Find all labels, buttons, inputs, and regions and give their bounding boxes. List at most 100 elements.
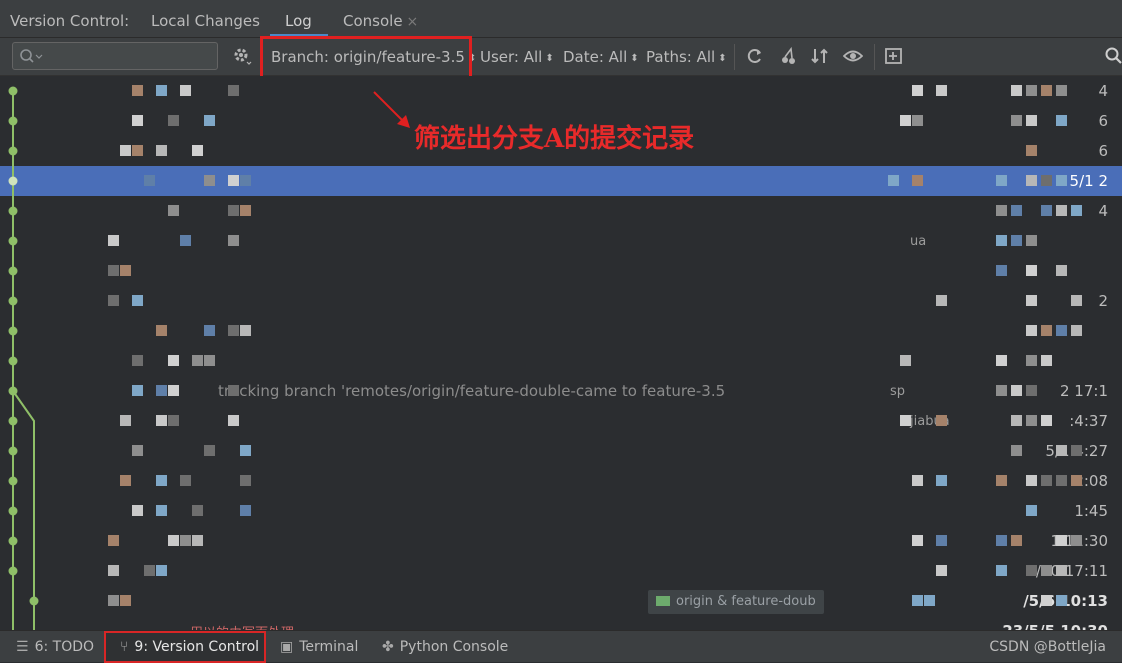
mosaic-block [996, 205, 1007, 216]
paths-filter[interactable]: Paths: All ⬍ [646, 48, 727, 66]
mosaic-block [168, 115, 179, 126]
mosaic-block [1026, 235, 1037, 246]
mosaic-block [1026, 505, 1037, 516]
mosaic-block [1011, 115, 1022, 126]
user-filter[interactable]: User: All ⬍ [480, 48, 554, 66]
mosaic-block [168, 205, 179, 216]
mosaic-block [1071, 475, 1082, 486]
date-filter[interactable]: Date: All ⬍ [563, 48, 639, 66]
mosaic-block [1071, 205, 1082, 216]
cherry-pick-icon[interactable] [779, 46, 799, 66]
user-filter-label: User: All [480, 48, 543, 66]
mosaic-block [180, 535, 191, 546]
close-icon[interactable]: × [407, 14, 419, 30]
mosaic-block [180, 235, 191, 246]
branch-label-badge: origin & feature-doub [648, 590, 824, 614]
mosaic-block [168, 535, 179, 546]
tab-log[interactable]: Log [285, 12, 312, 30]
terminal-label: Terminal [299, 639, 359, 655]
commit-date: 1:45 [1074, 502, 1108, 520]
search-input[interactable] [12, 42, 218, 70]
version-control-tool-button[interactable]: ⑂ 9: Version Control [120, 639, 259, 655]
mosaic-block [1056, 475, 1067, 486]
mosaic-block [1026, 175, 1037, 186]
tag-icon [656, 596, 670, 606]
new-window-icon[interactable] [884, 46, 904, 66]
mosaic-block [156, 385, 167, 396]
settings-icon[interactable] [232, 46, 252, 66]
mosaic-block [156, 505, 167, 516]
mosaic-block [180, 85, 191, 96]
todo-tool-button[interactable]: ☰ 6: TODO [16, 639, 94, 655]
branch-label-text: origin & feature-doub [676, 594, 816, 609]
mosaic-block [1041, 475, 1052, 486]
terminal-tool-button[interactable]: ▣ Terminal [280, 639, 358, 655]
bottom-toolwindow-bar: ☰ 6: TODO ⑂ 9: Version Control ▣ Terminal ✤… [0, 630, 1122, 663]
mosaic-block [240, 505, 251, 516]
mosaic-block [1056, 115, 1067, 126]
search-icon[interactable] [1104, 46, 1122, 66]
mosaic-block [912, 595, 923, 606]
commit-log[interactable]: tracking branch 'remotes/origin/feature-… [0, 76, 1122, 630]
watermark: CSDN @BottleJia [989, 639, 1106, 655]
mosaic-block [912, 175, 923, 186]
mosaic-block [996, 175, 1007, 186]
mosaic-block [900, 415, 911, 426]
mosaic-block [240, 475, 251, 486]
mosaic-block [1071, 325, 1082, 336]
list-icon: ☰ [16, 639, 29, 655]
eye-icon[interactable] [843, 46, 863, 66]
mosaic-block [936, 85, 947, 96]
mosaic-block [1026, 295, 1037, 306]
mosaic-block [204, 175, 215, 186]
mosaic-block [1071, 295, 1082, 306]
toolbar-separator [874, 44, 875, 70]
mosaic-block [156, 475, 167, 486]
mosaic-block [996, 355, 1007, 366]
mosaic-block [156, 415, 167, 426]
mosaic-block [1056, 595, 1067, 606]
commit-date: 5/10 17:11 [1026, 562, 1108, 580]
mosaic-block [228, 415, 239, 426]
tab-console[interactable]: Console × [343, 12, 418, 30]
sort-icon[interactable] [810, 46, 830, 66]
mosaic-block [120, 595, 131, 606]
mosaic-block [108, 295, 119, 306]
mosaic-block [108, 565, 119, 576]
commit-date: 2 [1098, 292, 1108, 310]
mosaic-block [1026, 415, 1037, 426]
selected-commit-row[interactable] [0, 166, 1122, 196]
mosaic-block [936, 475, 947, 486]
mosaic-block [1026, 565, 1037, 576]
mosaic-block [1056, 265, 1067, 276]
mosaic-block [168, 385, 179, 396]
mosaic-block [132, 85, 143, 96]
toolbar-separator [734, 44, 735, 70]
mosaic-block [936, 415, 947, 426]
commit-graph [8, 86, 39, 630]
mosaic-block [120, 475, 131, 486]
commit-date: 5/1 2 [1069, 172, 1108, 190]
mosaic-block [996, 475, 1007, 486]
refresh-icon[interactable] [745, 46, 765, 66]
mosaic-block [1056, 325, 1067, 336]
tab-local-changes[interactable]: Local Changes [151, 12, 260, 30]
mosaic-block [912, 115, 923, 126]
mosaic-block [192, 535, 203, 546]
commit-date: 4 [1098, 202, 1108, 220]
python-console-tool-button[interactable]: ✤ Python Console [382, 639, 508, 655]
commit-date: 6 [1098, 112, 1108, 130]
chevron-down-icon: ⬍ [718, 53, 727, 64]
mosaic-block [1056, 535, 1067, 546]
search-icon [20, 49, 43, 63]
python-icon: ✤ [382, 639, 394, 655]
mosaic-block [1056, 205, 1067, 216]
mosaic-block [192, 145, 203, 156]
mosaic-block [912, 535, 923, 546]
mosaic-block [120, 145, 131, 156]
mosaic-block [1011, 535, 1022, 546]
mosaic-block [108, 595, 119, 606]
mosaic-block [1026, 265, 1037, 276]
vcs-label: 9: Version Control [134, 639, 260, 655]
terminal-icon: ▣ [280, 639, 294, 655]
